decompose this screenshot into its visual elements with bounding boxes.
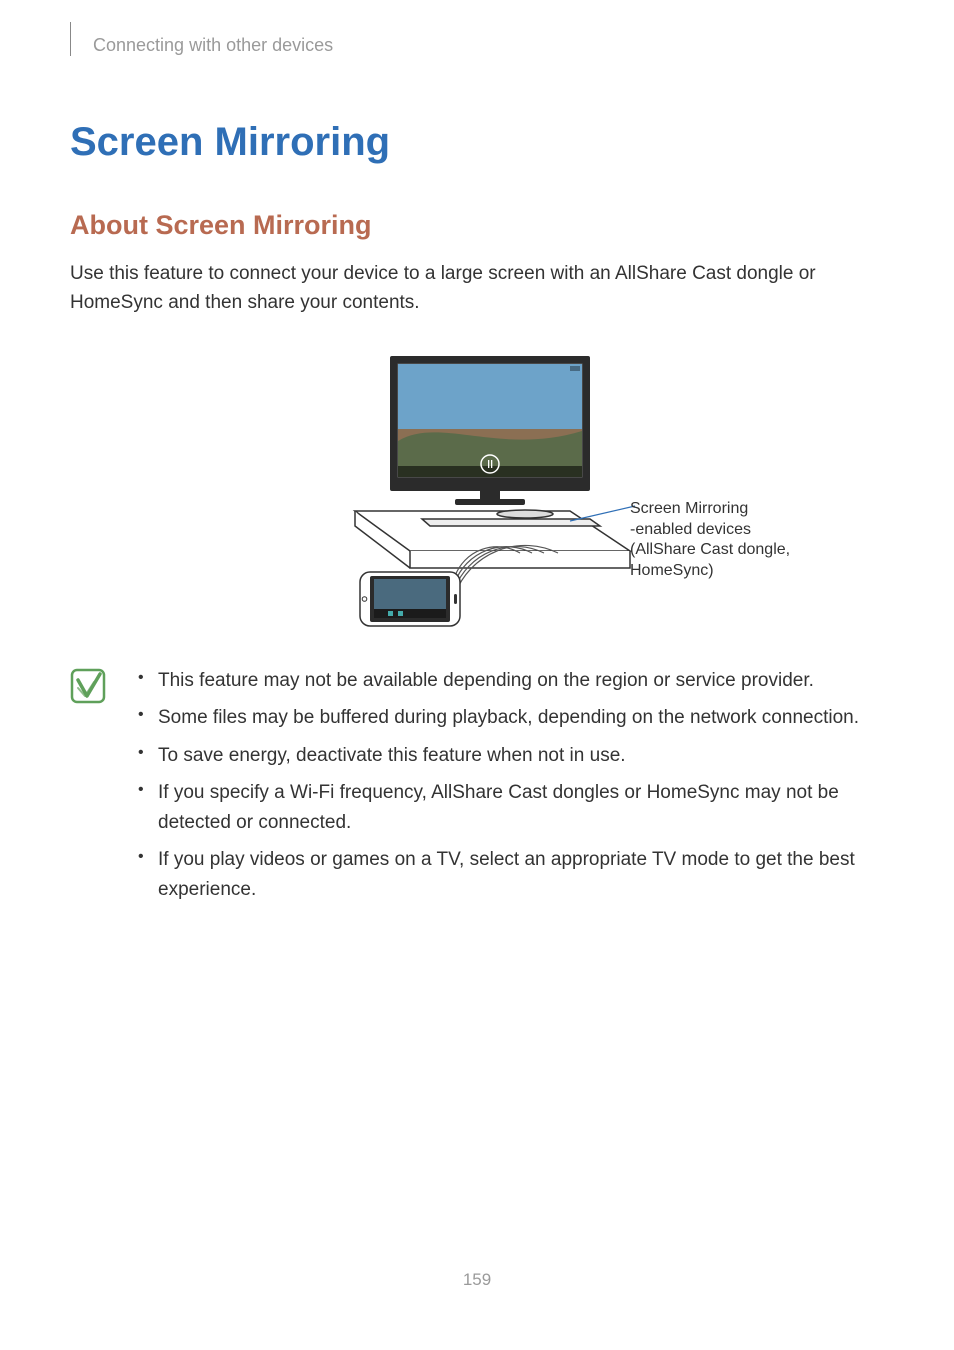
page-title: Screen Mirroring <box>70 120 884 165</box>
callout-line-1: Screen Mirroring <box>630 499 830 520</box>
figure: Screen Mirroring -enabled devices (AllSh… <box>70 346 884 636</box>
callout-label: Screen Mirroring -enabled devices (AllSh… <box>630 499 830 582</box>
list-item: To save energy, deactivate this feature … <box>134 741 884 770</box>
tv-phone-illustration <box>270 346 640 636</box>
running-header: Connecting with other devices <box>70 30 884 60</box>
note-list: This feature may not be available depend… <box>134 666 884 912</box>
list-item: If you specify a Wi-Fi frequency, AllSha… <box>134 778 884 837</box>
callout-line-2: -enabled devices <box>630 520 830 541</box>
section-subtitle: About Screen Mirroring <box>70 210 884 241</box>
callout-line-3: (AllShare Cast dongle, <box>630 540 830 561</box>
list-item: This feature may not be available depend… <box>134 666 884 695</box>
intro-paragraph: Use this feature to connect your device … <box>70 259 884 318</box>
header-rule <box>70 22 71 56</box>
page-number: 159 <box>0 1270 954 1290</box>
note-block: This feature may not be available depend… <box>70 666 884 912</box>
callout-line-4: HomeSync) <box>630 561 830 582</box>
list-item: Some files may be buffered during playba… <box>134 703 884 732</box>
list-item: If you play videos or games on a TV, sel… <box>134 845 884 904</box>
note-icon <box>70 668 106 704</box>
running-header-text: Connecting with other devices <box>93 35 333 56</box>
